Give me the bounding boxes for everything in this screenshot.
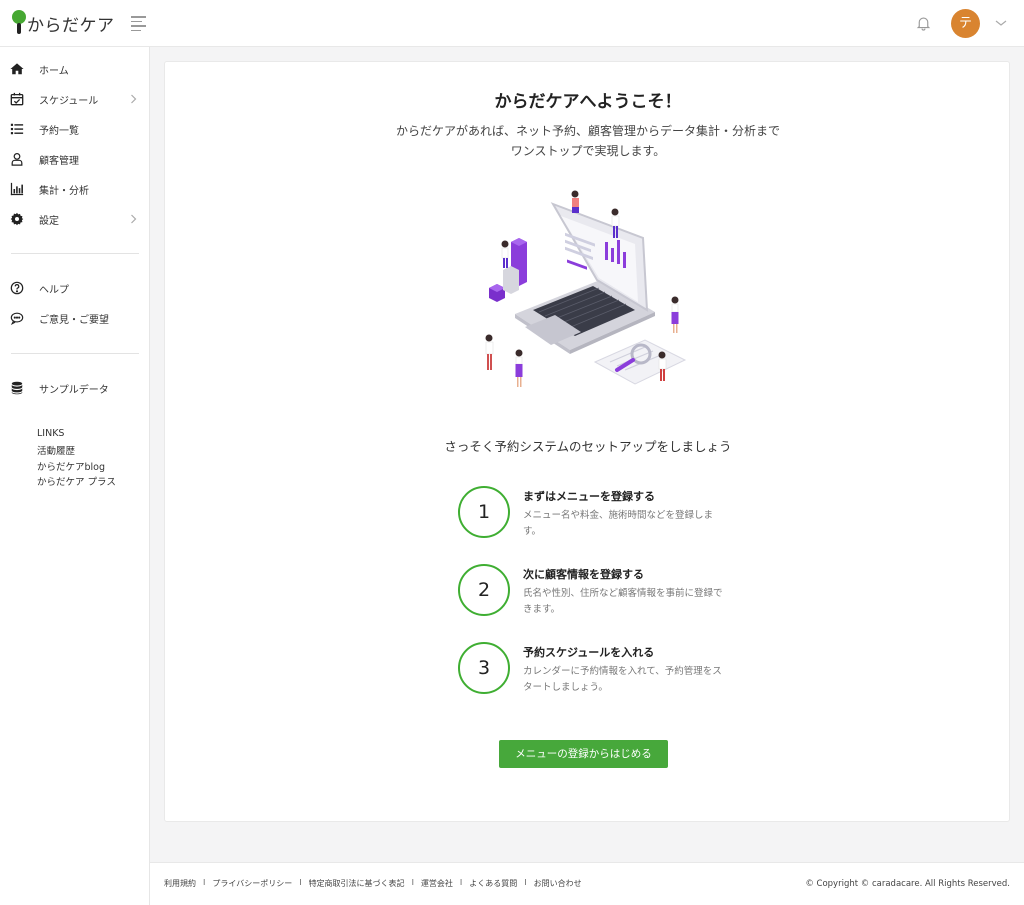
links-heading: LINKS — [37, 428, 65, 439]
bar-chart-icon — [10, 182, 24, 196]
setup-heading: さっそく予約システムのセットアップをしましょう — [444, 439, 732, 454]
chevron-down-icon[interactable] — [995, 18, 1007, 28]
link-karadacare-plus[interactable]: からだケア プラス — [37, 474, 116, 488]
sidebar-item-customers[interactable]: 顧客管理 — [0, 144, 150, 174]
sidebar-item-reservations[interactable]: 予約一覧 — [0, 114, 150, 144]
chevron-right-icon — [131, 94, 137, 104]
list-icon — [10, 123, 24, 135]
step-description: 氏名や性別、住所など顧客情報を事前に登録できます。 — [523, 588, 723, 615]
sidebar-item-label: ホーム — [39, 65, 69, 77]
footer-separator: I — [411, 878, 414, 887]
step-title: 予約スケジュールを入れる — [523, 646, 655, 659]
step-3: 3 予約スケジュールを入れる カレンダーに予約情報を入れて、予約管理をスタートし… — [458, 642, 738, 698]
database-icon — [11, 381, 23, 395]
sidebar-item-analytics[interactable]: 集計・分析 — [0, 174, 150, 204]
user-icon — [11, 152, 23, 166]
step-2: 2 次に顧客情報を登録する 氏名や性別、住所など顧客情報を事前に登録できます。 — [458, 564, 738, 620]
footer-link-privacy[interactable]: プライバシーポリシー — [212, 878, 292, 889]
footer-separator: I — [459, 878, 463, 887]
welcome-illustration — [485, 190, 687, 387]
sidebar-item-label: 予約一覧 — [39, 125, 79, 137]
footer-separator: I — [524, 878, 527, 887]
footer-link-company[interactable]: 運営会社 — [421, 878, 453, 889]
sidebar-item-home[interactable]: ホーム — [0, 54, 150, 84]
step-title: まずはメニューを登録する — [523, 490, 655, 503]
footer-link-faq[interactable]: よくある質問 — [469, 878, 517, 889]
footer-links: 利用規約 I プライバシーポリシー I 特定商取引法に基づく表記 I 運営会社 … — [164, 878, 582, 889]
sidebar-item-schedule[interactable]: スケジュール — [0, 84, 150, 114]
step-title: 次に顧客情報を登録する — [523, 568, 644, 581]
chat-bubble-icon — [10, 312, 24, 325]
avatar[interactable]: テ — [951, 9, 980, 38]
chevron-right-icon — [131, 214, 137, 224]
top-header: からだケア テ — [0, 0, 1024, 47]
footer-separator: I — [203, 878, 206, 887]
footer-link-commerce-law[interactable]: 特定商取引法に基づく表記 — [309, 878, 405, 889]
step-description: カレンダーに予約情報を入れて、予約管理をスタートしましょう。 — [523, 666, 722, 693]
step-description: メニュー名や料金、施術時間などを登録します。 — [523, 510, 714, 537]
question-circle-icon — [10, 281, 24, 295]
home-icon — [10, 63, 24, 75]
menu-toggle-icon[interactable] — [131, 16, 146, 31]
step-1: 1 まずはメニューを登録する メニュー名や料金、施術時間などを登録します。 — [458, 486, 738, 542]
sidebar-item-label: 顧客管理 — [39, 155, 79, 167]
sidebar-item-label: ご意見・ご要望 — [39, 314, 109, 326]
step-number: 3 — [458, 642, 510, 694]
sidebar: ホーム スケジュール 予約一覧 顧客管理 集計・分析 設定 ヘルプ ご意見・ご要… — [0, 47, 150, 905]
copyright: © Copyright © caradacare. All Rights Res… — [805, 879, 1010, 889]
calendar-check-icon — [10, 92, 24, 106]
sidebar-divider — [11, 353, 139, 354]
sidebar-item-label: ヘルプ — [39, 284, 69, 296]
logo-mark-icon — [12, 10, 26, 36]
sidebar-item-label: スケジュール — [39, 95, 99, 107]
sidebar-item-settings[interactable]: 設定 — [0, 204, 150, 234]
sidebar-item-label: 集計・分析 — [39, 185, 89, 197]
step-number: 1 — [458, 486, 510, 538]
bell-icon[interactable] — [915, 14, 932, 32]
sidebar-item-help[interactable]: ヘルプ — [0, 273, 150, 303]
welcome-card: からだケアへようこそ！ からだケアがあれば、ネット予約、顧客管理からデータ集計・… — [164, 61, 1010, 822]
footer: 利用規約 I プライバシーポリシー I 特定商取引法に基づく表記 I 運営会社 … — [150, 862, 1024, 905]
step-number: 2 — [458, 564, 510, 616]
footer-link-contact[interactable]: お問い合わせ — [534, 878, 582, 889]
start-menu-registration-button[interactable]: メニューの登録からはじめる — [499, 740, 668, 768]
gear-icon — [10, 212, 24, 226]
sidebar-item-feedback[interactable]: ご意見・ご要望 — [0, 303, 150, 333]
footer-separator: I — [299, 878, 302, 887]
link-activity-history[interactable]: 活動履歴 — [37, 443, 75, 457]
description-line-1: からだケアがあれば、ネット予約、顧客管理からデータ集計・分析まで — [395, 124, 780, 138]
link-blog[interactable]: からだケアblog — [37, 459, 105, 473]
logo[interactable]: からだケア — [12, 10, 115, 36]
footer-link-terms[interactable]: 利用規約 — [164, 878, 196, 889]
sidebar-item-label: サンプルデータ — [39, 384, 109, 396]
sidebar-divider — [11, 253, 139, 254]
logo-text: からだケア — [27, 15, 115, 36]
page-title: からだケアへようこそ！ — [494, 92, 682, 112]
sidebar-item-sample-data[interactable]: サンプルデータ — [0, 373, 150, 403]
description-line-2: ワンストップで実現します。 — [510, 144, 666, 158]
sidebar-item-label: 設定 — [39, 215, 59, 227]
